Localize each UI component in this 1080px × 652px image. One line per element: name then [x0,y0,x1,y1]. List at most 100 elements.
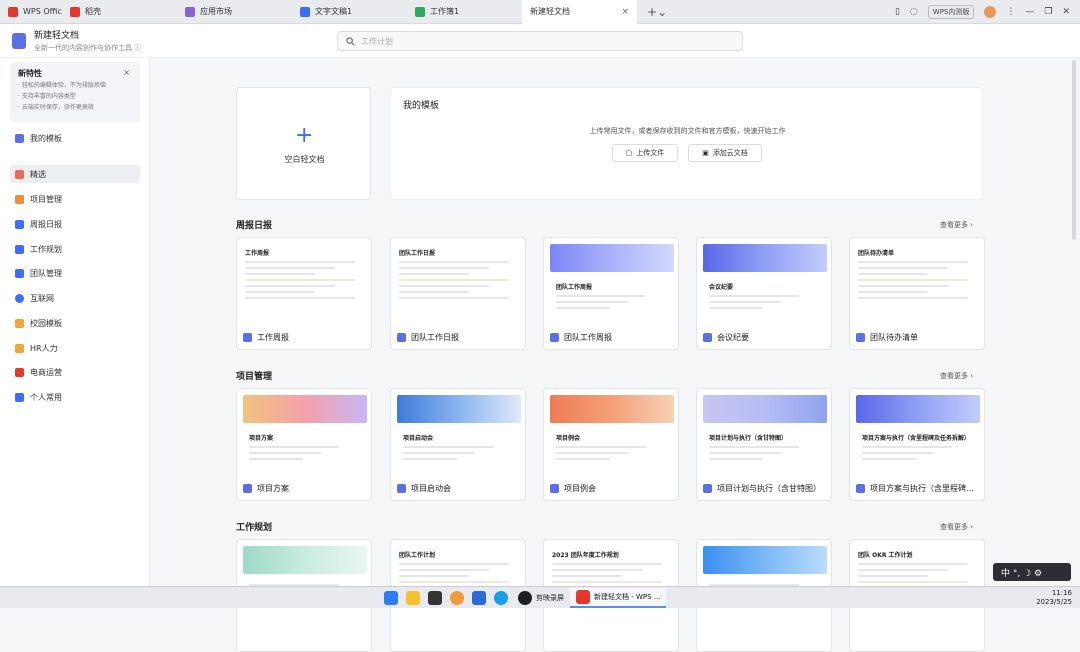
maximize-button[interactable]: ❐ [1044,7,1052,17]
more-icon[interactable]: ⋮ [1006,7,1015,17]
template-card[interactable]: 项目例会 项目例会 [543,388,679,501]
preview-line [709,307,763,309]
blank-doc-card[interactable]: + 空白轻文档 [236,87,371,200]
tab-wps-office[interactable]: WPS Office [0,0,62,24]
sidebar-item-featured[interactable]: 精选 [10,165,140,183]
scrollbar[interactable] [1072,60,1076,240]
button-label: 上传文件 [636,149,665,157]
my-templates-title: 我的模板 [403,101,440,111]
sidebar-item-label: 工作规划 [30,244,62,254]
tab-workbook[interactable]: 工作簿1 [407,0,522,24]
skin-icon[interactable]: ◌ [910,7,918,17]
firefox-icon[interactable] [450,590,464,605]
template-card[interactable]: 项目方案 项目方案 [236,388,372,501]
template-name: 团队待办清单 [870,333,918,342]
plus-icon: + [647,4,658,19]
preview-line [709,452,781,454]
preview-line [862,458,916,460]
template-card[interactable]: 会议纪要 会议纪要 [696,237,832,350]
ime-toolbar[interactable]: 中 °, ☽ ⚙ [993,563,1071,581]
light-doc-icon [550,333,559,342]
close-window-button[interactable]: ✕ [1062,7,1070,17]
template-preview: 团队工作日报 [397,244,521,322]
add-cloud-doc-button[interactable]: ▣ 添加云文档 [688,144,762,162]
taskbar-app-wps[interactable]: 新建轻文档 - WPS ... [570,587,667,608]
button-label: 添加云文档 [712,149,748,157]
tab-label: 文字文稿1 [315,7,353,16]
sidebar-item-hr[interactable]: HR人力 [10,339,140,357]
tab-text-doc[interactable]: 文字文稿1 [292,0,407,24]
template-card[interactable]: 工作周报 工作周报 [236,237,372,350]
template-card[interactable]: 项目启动会 项目启动会 [390,388,526,501]
report-icon [15,219,24,229]
template-card-footer: 工作周报 [243,332,367,343]
sidebar-item-work-plan[interactable]: 工作规划 [10,240,140,258]
template-card[interactable]: 团队待办清单 团队待办清单 [849,237,985,350]
app-icon[interactable] [472,590,486,605]
preview-title: 项目计划与执行（含甘特图） [709,435,788,442]
avatar[interactable] [984,5,997,18]
windows-start-icon[interactable] [384,590,398,605]
light-doc-icon [550,484,559,493]
close-icon[interactable]: × [123,68,130,77]
template-preview: 团队工作周报 [550,244,674,322]
template-icon [15,133,24,143]
feature-line: · 轻松的编辑体验，不为排版烦恼 [18,82,106,89]
clock-time: 11:16 [1051,588,1072,597]
sidebar-toggle-icon[interactable]: ▯ [895,7,900,17]
my-templates-description: 上传常用文件，或者保存收到的文件和官方模板，快速开始工作 [589,127,786,135]
search-input[interactable] [361,36,721,46]
upload-icon: ▢ [625,149,633,157]
sidebar-item-campus[interactable]: 校园模板 [10,314,140,332]
preview-line [709,295,799,297]
chevron-down-icon: ⌄ [657,4,668,19]
tab-daoke[interactable]: 稻壳 [62,0,177,24]
view-more-link[interactable]: 查看更多 › [940,371,973,381]
view-more-link[interactable]: 查看更多 › [940,220,973,230]
view-more-link[interactable]: 查看更多 › [940,522,973,532]
ime-label: 中 °, ☽ ⚙ [1001,568,1043,579]
file-explorer-icon[interactable] [406,590,420,605]
sidebar-item-ecommerce[interactable]: 电商运营 [10,363,140,381]
sidebar-item-project-management[interactable]: 项目管理 [10,190,140,208]
beta-badge[interactable]: WPS内测版 [927,4,975,19]
template-card[interactable]: 项目计划与执行（含甘特图） 项目计划与执行（含甘特图） [696,388,832,501]
tab-app-market[interactable]: 应用市场 [177,0,292,24]
sidebar-item-weekly-daily[interactable]: 周报日报 [10,215,140,233]
system-clock[interactable]: 11:16 2023/5/25 [1036,589,1080,607]
sidebar-item-label: 个人常用 [30,392,62,402]
page-subtitle: 全新一代的内容创作与协作工具 ⓘ [34,44,142,52]
sidebar-item-internet[interactable]: 互联网 [10,289,140,307]
sidebar-item-label: 校园模板 [30,318,62,328]
sidebar-item-my-templates[interactable]: 我的模板 [10,129,140,147]
plus-icon: + [295,123,314,148]
preview-line [245,279,355,281]
light-doc-icon [703,484,712,493]
template-card[interactable]: 团队工作周报 团队工作周报 [543,237,679,350]
tab-new-light-doc[interactable]: 新建轻文档 × [522,0,637,24]
minimize-button[interactable]: — [1025,7,1034,17]
spreadsheet-icon [415,6,425,17]
template-name: 工作周报 [257,333,289,342]
template-card[interactable]: 项目方案与执行（含里程碑及任务拆解） 项目方案与执行（含里程碑… [849,388,985,501]
template-card-footer: 团队待办清单 [856,332,980,343]
edge-icon[interactable] [494,590,508,605]
upload-file-button[interactable]: ▢ 上传文件 [612,144,678,162]
sidebar-item-team-management[interactable]: 团队管理 [10,264,140,282]
tab-label: 新建轻文档 [530,7,570,16]
template-card[interactable]: 团队工作日报 团队工作日报 [390,237,526,350]
sidebar-item-label: 周报日报 [30,219,62,229]
taskbar-app-recorder[interactable]: 剪映录屏 [512,588,570,608]
feature-line: · 云端实时保存，协作更高效 [18,104,94,111]
preview-line [403,452,475,454]
preview-line [245,273,315,275]
preview-line [399,581,509,583]
new-tab-button[interactable]: +⌄ [637,5,677,19]
search-box[interactable] [337,31,743,51]
tab-close-icon[interactable]: × [621,7,629,17]
taskbar: 剪映录屏 新建轻文档 - WPS ... 11:16 2023/5/25 [0,586,1080,608]
sidebar-item-label: 精选 [30,169,46,179]
preview-line [245,267,335,269]
app-icon[interactable] [428,590,442,605]
sidebar-item-personal[interactable]: 个人常用 [10,388,140,406]
